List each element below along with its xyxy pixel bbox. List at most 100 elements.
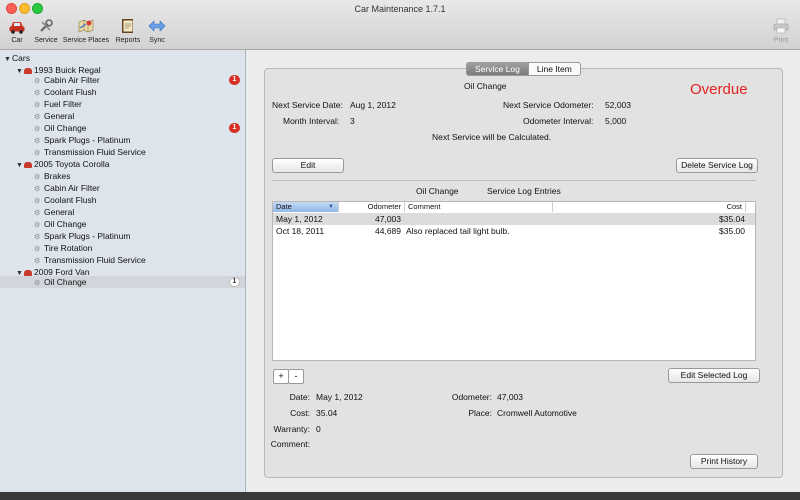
- month-interval-label: Month Interval:: [283, 116, 340, 126]
- service-item-label: Coolant Flush: [44, 195, 97, 205]
- calculation-note: Next Service will be Calculated.: [432, 132, 552, 142]
- tab-line-item[interactable]: Line Item: [528, 62, 581, 76]
- next-service-date-value: Aug 1, 2012: [350, 100, 396, 110]
- printer-icon: [771, 17, 791, 35]
- log-entries-title: Service Log Entries: [487, 186, 561, 196]
- service-item-label: Tire Rotation: [44, 243, 93, 253]
- map-icon: [76, 17, 96, 35]
- car-toolbar-button[interactable]: Car: [5, 17, 29, 44]
- detail-odometer-value: 47,003: [497, 392, 523, 402]
- print-toolbar-button[interactable]: Print: [770, 17, 792, 44]
- table-row[interactable]: Oct 18, 2011 44,689 Also replaced tail l…: [273, 225, 755, 237]
- tree-item-oil-change[interactable]: ⚙ Oil Change 1: [0, 122, 245, 134]
- service-places-toolbar-label: Service Places: [62, 37, 110, 44]
- detail-warranty-value: 0: [316, 424, 321, 434]
- service-item-label: Fuel Filter: [44, 99, 82, 109]
- tree-item-transmission-fluid[interactable]: ⚙ Transmission Fluid Service: [0, 254, 245, 266]
- cell-cost: $35.00: [719, 226, 745, 236]
- edit-button[interactable]: Edit: [272, 158, 344, 173]
- cars-sidebar: ▼Cars ▼ 1993 Buick Regal ⚙ Cabin Air Filte…: [0, 50, 246, 492]
- tree-item-spark-plugs[interactable]: ⚙ Spark Plugs - Platinum: [0, 134, 245, 146]
- car-toolbar-label: Car: [11, 37, 23, 44]
- table-row[interactable]: May 1, 2012 47,003 $35.04: [273, 213, 755, 225]
- service-item-label: Transmission Fluid Service: [44, 255, 146, 265]
- car-icon: [24, 67, 32, 74]
- tab-service-log[interactable]: Service Log: [466, 62, 529, 76]
- overdue-count-badge: 1: [229, 123, 240, 133]
- print-history-button[interactable]: Print History: [690, 454, 758, 469]
- detail-warranty-label: Warranty:: [273, 424, 310, 434]
- service-item-label: Brakes: [44, 171, 71, 181]
- detail-place-label: Place:: [468, 408, 492, 418]
- app-window: Car Maintenance 1.7.1 Car Service Servic…: [0, 0, 800, 492]
- odometer-interval-value: 5,000: [605, 116, 627, 126]
- cell-date: May 1, 2012: [276, 214, 323, 224]
- detail-date-value: May 1, 2012: [316, 392, 363, 402]
- count-badge: 1: [229, 277, 240, 287]
- view-tabs: Service Log Line Item: [466, 62, 581, 76]
- sync-toolbar-label: Sync: [149, 37, 165, 44]
- tree-item-spark-plugs[interactable]: ⚙ Spark Plugs - Platinum: [0, 230, 245, 242]
- column-header-odometer[interactable]: Odometer: [339, 202, 405, 212]
- service-toolbar-label: Service: [34, 37, 58, 44]
- edit-selected-log-button[interactable]: Edit Selected Log: [668, 368, 760, 383]
- detail-cost-label: Cost:: [290, 408, 310, 418]
- odometer-interval-label: Odometer Interval:: [523, 116, 594, 126]
- next-service-odometer-value: 52,003: [605, 100, 631, 110]
- service-item-label: Spark Plugs - Platinum: [44, 231, 131, 241]
- service-item-label: Cabin Air Filter: [44, 183, 100, 193]
- tree-root-cars[interactable]: ▼Cars: [4, 52, 249, 64]
- tree-item-fuel-filter[interactable]: ⚙ Fuel Filter: [0, 98, 245, 110]
- tree-car-toyota[interactable]: ▼ 2005 Toyota Corolla: [16, 158, 261, 170]
- wrench-icon: [36, 17, 56, 35]
- month-interval-value: 3: [350, 116, 355, 126]
- cell-comment: Also replaced tail light bulb.: [406, 226, 510, 236]
- service-gear-icon: ⚙: [34, 280, 41, 287]
- column-header-date[interactable]: Date ▼: [273, 202, 339, 212]
- tree-item-tire-rotation[interactable]: ⚙ Tire Rotation: [0, 242, 245, 254]
- tree-item-transmission-fluid[interactable]: ⚙ Transmission Fluid Service: [0, 146, 245, 158]
- service-item-label: Oil Change: [44, 277, 87, 287]
- car-name: 2005 Toyota Corolla: [34, 159, 110, 169]
- service-toolbar-button[interactable]: Service: [31, 17, 61, 44]
- tree-item-coolant-flush[interactable]: ⚙ Coolant Flush: [0, 86, 245, 98]
- column-header-date-label: Date: [276, 202, 292, 211]
- next-service-date-label: Next Service Date:: [272, 100, 343, 110]
- service-item-label: General: [44, 111, 75, 121]
- column-header-comment[interactable]: Comment: [405, 202, 553, 212]
- log-service-name: Oil Change: [416, 186, 459, 196]
- tree-item-cabin-air-filter[interactable]: ⚙ Cabin Air Filter: [0, 182, 245, 194]
- sort-descending-icon: ▼: [328, 204, 334, 210]
- service-item-label: Transmission Fluid Service: [44, 147, 146, 157]
- column-header-cost[interactable]: Cost: [553, 202, 746, 212]
- service-item-label: Cabin Air Filter: [44, 75, 100, 85]
- sync-arrows-icon: [147, 17, 167, 35]
- service-item-label: Coolant Flush: [44, 87, 97, 97]
- detail-place-value: Cromwell Automotive: [497, 408, 577, 418]
- detail-comment-label: Comment:: [270, 439, 310, 449]
- tree-item-cabin-air-filter[interactable]: ⚙ Cabin Air Filter 1: [0, 74, 245, 86]
- tree-item-coolant-flush[interactable]: ⚙ Coolant Flush: [0, 194, 245, 206]
- overdue-count-badge: 1: [229, 75, 240, 85]
- cell-date: Oct 18, 2011: [276, 226, 325, 236]
- tree-item-oil-change[interactable]: ⚙ Oil Change: [0, 218, 245, 230]
- detail-cost-value: 35.04: [316, 408, 338, 418]
- reports-toolbar-button[interactable]: Reports: [113, 17, 143, 44]
- service-item-label: General: [44, 207, 75, 217]
- tree-item-general[interactable]: ⚙ General: [0, 206, 245, 218]
- tree-item-general[interactable]: ⚙ General: [0, 110, 245, 122]
- add-log-button[interactable]: +: [273, 369, 289, 384]
- sync-toolbar-button[interactable]: Sync: [145, 17, 169, 44]
- tree-item-oil-change-selected[interactable]: ⚙ Oil Change 1: [0, 276, 245, 288]
- section-divider: [272, 180, 756, 181]
- service-places-toolbar-button[interactable]: Service Places: [62, 17, 110, 44]
- delete-service-log-button[interactable]: Delete Service Log: [676, 158, 758, 173]
- tree-item-brakes[interactable]: ⚙ Brakes: [0, 170, 245, 182]
- car-icon: [7, 17, 27, 35]
- next-service-odometer-label: Next Service Odometer:: [503, 100, 594, 110]
- service-item-label: Spark Plugs - Platinum: [44, 135, 131, 145]
- service-item-label: Oil Change: [44, 219, 87, 229]
- service-item-label: Oil Change: [44, 123, 87, 133]
- remove-log-button[interactable]: -: [288, 369, 304, 384]
- disclosure-triangle-icon: ▼: [4, 56, 11, 63]
